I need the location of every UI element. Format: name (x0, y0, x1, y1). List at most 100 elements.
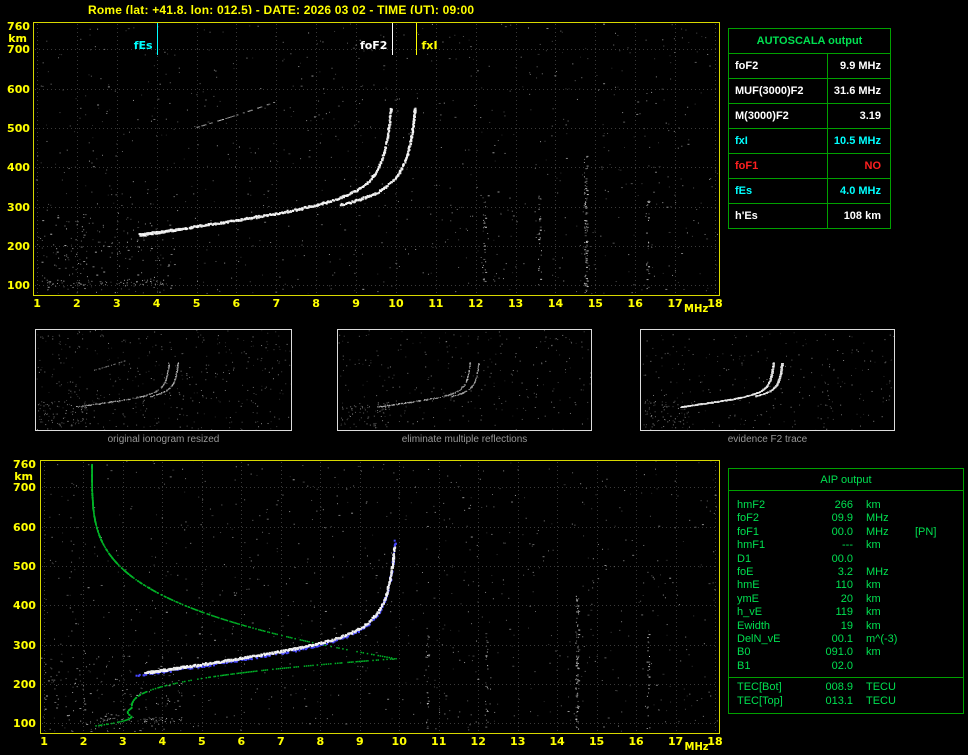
param-value: 31.6 MHz (827, 78, 891, 104)
param-value: 3.19 (827, 103, 891, 129)
param-extra (911, 539, 963, 552)
autoscala-table-title: AUTOSCALA output (728, 28, 891, 54)
param-label: hmF1 (737, 539, 766, 552)
table-row: B1 02.0 (729, 660, 963, 673)
param-value: 20 (840, 592, 853, 605)
param-extra (911, 553, 963, 566)
param-label: foF2 (728, 53, 828, 79)
param-value: --- (842, 539, 853, 552)
thumbnail-multiple-reflections-removed (337, 329, 592, 431)
table-row: M(3000)F2 3.19 (728, 103, 891, 129)
param-label: TEC[Top] (737, 694, 783, 707)
param-label: M(3000)F2 (728, 103, 828, 129)
param-extra (911, 660, 963, 673)
param-label: hmE (737, 579, 760, 592)
table-row-tec-top: TEC[Top] 013.1 TECU (729, 695, 963, 708)
param-extra (911, 695, 963, 708)
param-unit: MHz (866, 566, 889, 579)
param-value: 09.9 (831, 512, 853, 525)
param-extra (911, 593, 963, 606)
param-extra (911, 606, 963, 619)
param-value: NO (827, 153, 891, 179)
param-label: foF1 (728, 153, 828, 179)
divider (729, 677, 963, 679)
param-value: 3.2 (837, 566, 853, 579)
param-unit: km (866, 646, 881, 659)
param-label: fxI (728, 128, 828, 154)
param-label: foF1 (737, 525, 760, 538)
param-value: 19 (840, 619, 853, 632)
param-label: foF2 (737, 512, 760, 525)
param-label: foE (737, 566, 754, 579)
param-unit: TECU (866, 694, 896, 707)
param-unit (853, 553, 911, 566)
param-extra (911, 681, 963, 694)
param-label: fEs (728, 178, 828, 204)
thumbnail-caption-cleaned: eliminate multiple reflections (401, 434, 528, 445)
param-label: Ewidth (737, 619, 771, 632)
ionogram-plot-top (0, 14, 728, 316)
table-row: foE 3.2 MHz (729, 566, 963, 579)
param-label: ymE (737, 592, 759, 605)
param-unit: km (866, 579, 881, 592)
thumbnail-original-ionogram (35, 329, 292, 431)
param-label: B1 (737, 659, 751, 672)
param-label: TEC[Bot] (737, 681, 782, 694)
param-value: 00.0 (831, 552, 853, 565)
thumbnail-f2-trace-evidence (640, 329, 895, 431)
param-unit: km (866, 619, 881, 632)
param-unit: MHz (866, 525, 889, 538)
table-row: hmE 110 km (729, 579, 963, 592)
param-label: h'Es (728, 203, 828, 229)
param-unit: MHz (866, 512, 889, 525)
table-row: h_vE 119 km (729, 606, 963, 619)
param-extra (911, 646, 963, 659)
param-label: MUF(3000)F2 (728, 78, 828, 104)
param-extra (911, 566, 963, 579)
param-label: D1 (737, 552, 752, 565)
aip-output-table: AIP output hmF2 266 km foF2 09.9 MHz foF… (728, 468, 964, 715)
param-value: 108 km (827, 203, 891, 229)
param-value: 266 (834, 499, 853, 511)
param-label: hmF2 (737, 499, 766, 511)
table-row: fEs 4.0 MHz (728, 178, 891, 204)
autoscala-output-table: AUTOSCALA output foF2 9.9 MHz MUF(3000)F… (728, 28, 891, 229)
table-row-tec-bottom: TEC[Bot] 008.9 TECU (729, 681, 963, 694)
param-unit (853, 660, 911, 673)
param-value: 013.1 (825, 694, 853, 707)
param-value: 110 (835, 579, 853, 592)
param-unit: TECU (866, 681, 896, 694)
table-row: MUF(3000)F2 31.6 MHz (728, 78, 891, 104)
param-value: 10.5 MHz (827, 128, 891, 154)
param-value: 4.0 MHz (827, 178, 891, 204)
param-value: 091.0 (825, 646, 853, 659)
param-value: 00.1 (831, 633, 853, 646)
param-extra (911, 579, 963, 592)
thumbnail-canvas-cleaned (338, 330, 591, 430)
ionogram-plot-bottom (0, 452, 728, 755)
thumbnail-canvas-original (36, 330, 291, 430)
param-unit: km (866, 606, 881, 619)
param-value: 00.0 (831, 525, 853, 538)
param-value: 02.0 (831, 659, 853, 672)
thumbnail-caption-f2-trace: evidence F2 trace (727, 434, 808, 445)
table-header-row: AUTOSCALA output (728, 28, 891, 54)
table-row: D1 00.0 (729, 553, 963, 566)
param-label: h_vE (737, 606, 763, 619)
param-extra: [PN] (915, 525, 937, 538)
param-extra (911, 499, 963, 512)
table-row: foF2 9.9 MHz (728, 53, 891, 79)
table-row: foF2 09.9 MHz (729, 512, 963, 525)
param-label: B0 (737, 646, 751, 659)
table-row: fxI 10.5 MHz (728, 128, 891, 154)
table-row: hmF2 266 km (729, 499, 963, 512)
param-unit: km (866, 592, 881, 605)
table-row: foF1 00.0 MHz [PN] (729, 526, 963, 539)
table-row: hmF1 --- km (729, 539, 963, 552)
param-extra (911, 633, 963, 646)
param-value: 008.9 (825, 681, 853, 694)
param-value: 119 (835, 606, 853, 619)
table-row: h'Es 108 km (728, 203, 891, 229)
table-row: Ewidth 19 km (729, 620, 963, 633)
table-row: B0 091.0 km (729, 646, 963, 659)
